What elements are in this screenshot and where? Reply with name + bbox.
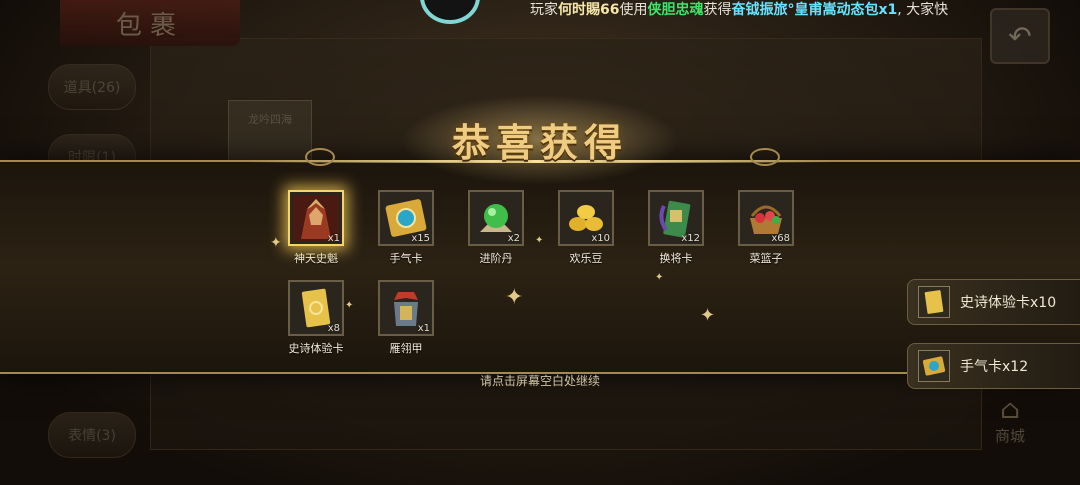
reward-item[interactable]: x68 菜篮子 — [726, 190, 806, 266]
toast-label: 手气卡x12 — [960, 359, 1029, 375]
tab-items[interactable]: 道具(26) — [48, 64, 136, 110]
item-name: 神天史魁 — [294, 252, 338, 265]
reward-item[interactable]: x12 换将卡 — [636, 190, 716, 266]
ornament-curl-left — [305, 148, 335, 166]
sparkle-icon: ✦ — [700, 305, 716, 326]
item-frame: x8 — [288, 280, 344, 336]
item-name: 进阶丹 — [479, 252, 513, 265]
ornament-curl-right — [750, 148, 780, 166]
item-frame: x2 — [468, 190, 524, 246]
item-qty: x10 — [591, 233, 610, 244]
reward-item[interactable]: x15 手气卡 — [366, 190, 446, 266]
reward-item[interactable]: x8 史诗体验卡 — [276, 280, 356, 356]
item-name: 换将卡 — [659, 252, 693, 265]
marquee-obtained: 获得 — [703, 2, 732, 18]
item-frame: x1 — [288, 190, 344, 246]
back-arrow-icon: ↶ — [1008, 19, 1032, 53]
marquee-suffix: , 大家快 — [897, 2, 949, 18]
item-frame: x15 — [378, 190, 434, 246]
shop-icon: ⌂ — [1000, 395, 1020, 425]
item-frame: x1 — [378, 280, 434, 336]
item-frame: x10 — [558, 190, 614, 246]
reward-item[interactable]: x1 雁翎甲 — [366, 280, 446, 356]
bag-title: 包裹 — [60, 0, 240, 46]
luck-card-icon — [918, 350, 950, 382]
reward-item[interactable]: x1 神天史魁 — [276, 190, 356, 266]
item-name: 菜篮子 — [749, 252, 783, 265]
reward-item[interactable]: x10 欢乐豆 — [546, 190, 626, 266]
sparkle-icon: ✦ — [655, 272, 664, 283]
sparkle-icon: ✦ — [535, 235, 544, 246]
epic-trial-card-icon — [918, 286, 950, 318]
item-qty: x8 — [327, 323, 340, 334]
obtained-toast: 史诗体验卡x10 — [907, 279, 1080, 325]
back-button[interactable]: ↶ — [990, 8, 1050, 64]
item-name: 手气卡 — [389, 252, 423, 265]
marquee-used: 使用 — [619, 2, 648, 18]
item-name: 史诗体验卡 — [288, 342, 344, 355]
marquee-player: 何时賜66 — [558, 2, 620, 18]
marquee-reward: 奋钺振旅°皇甫嵩动态包x1 — [731, 2, 898, 18]
item-name: 欢乐豆 — [569, 252, 603, 265]
item-qty: x12 — [681, 233, 700, 244]
shop-label: 商城 — [994, 427, 1025, 445]
dragon-card: 龙吟四海 — [228, 100, 312, 162]
sparkle-icon: ✦ — [505, 285, 524, 310]
shop-button[interactable]: ⌂ 商城 — [980, 395, 1040, 446]
item-qty: x15 — [411, 233, 430, 244]
reward-band — [0, 160, 1080, 374]
congrats-title: 恭喜获得 — [451, 120, 628, 165]
obtained-toast: 手气卡x12 — [907, 343, 1080, 389]
item-qty: x1 — [327, 233, 340, 244]
marquee-prefix: 玩家 — [530, 2, 558, 18]
dragon-card-label: 龙吟四海 — [248, 113, 292, 126]
item-qty: x1 — [417, 323, 430, 334]
tab-emotes[interactable]: 表情(3) — [48, 412, 136, 458]
marquee-item-used: 侠胆忠魂 — [647, 2, 704, 18]
reward-item[interactable]: x2 进阶丹 — [456, 190, 536, 266]
item-frame: x68 — [738, 190, 794, 246]
item-name: 雁翎甲 — [389, 342, 423, 355]
item-qty: x68 — [771, 233, 790, 244]
item-frame: x12 — [648, 190, 704, 246]
item-qty: x2 — [507, 233, 520, 244]
toast-label: 史诗体验卡x10 — [960, 295, 1057, 311]
